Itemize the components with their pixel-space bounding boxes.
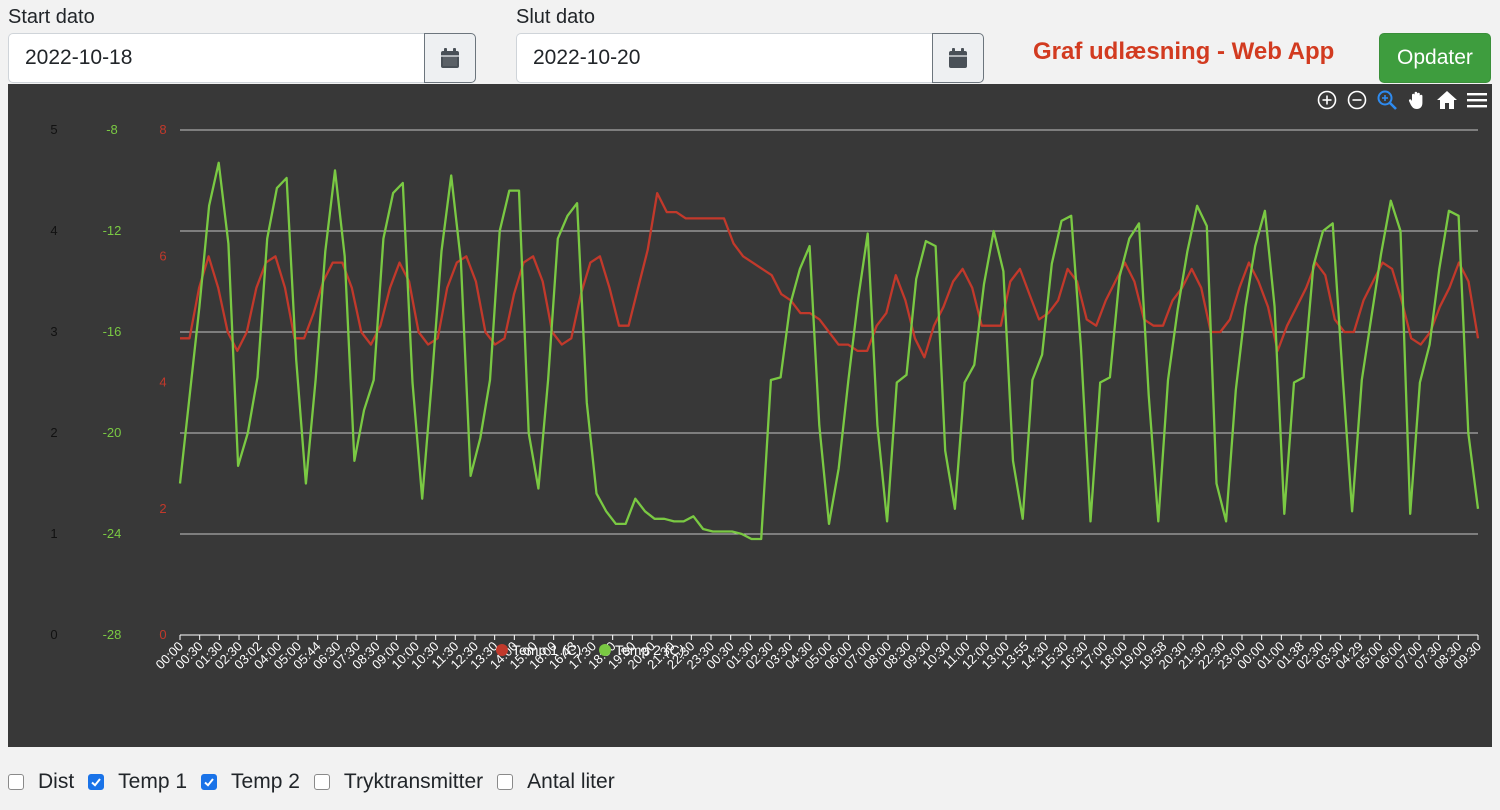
y-tick-label-dist: 1 — [50, 526, 57, 541]
legend-marker — [496, 644, 508, 656]
y-tick-label-temp2: -28 — [103, 627, 122, 642]
checkbox-dist[interactable] — [8, 774, 24, 790]
end-date-label: Slut dato — [516, 6, 595, 28]
start-date-group — [8, 33, 476, 83]
checkbox-label[interactable]: Temp 2 — [231, 770, 300, 794]
checkbox-label[interactable]: Tryktransmitter — [344, 770, 483, 794]
y-tick-label-temp2: -24 — [103, 526, 122, 541]
series-checkboxes: Dist Temp 1 Temp 2 Tryktransmitter Antal lit… — [8, 770, 629, 794]
chart-container: 5 4 3 2 1 0 -8 -12 -16 -20 -24 -28 8 6 4 2 0 00:00 00:30 01… — [8, 84, 1492, 747]
y-tick-label-dist: 3 — [50, 324, 57, 339]
y-tick-label-dist: 0 — [50, 627, 57, 642]
checkbox-label[interactable]: Dist — [38, 770, 74, 794]
y-tick-label-temp2: -20 — [103, 425, 122, 440]
checkmark-icon — [91, 778, 101, 787]
legend-label: Temp 1 (C) — [512, 642, 581, 658]
y-tick-label-temp2: -8 — [106, 122, 118, 137]
checkbox-antal-liter[interactable] — [497, 774, 514, 790]
y-tick-label-temp1: 8 — [159, 122, 166, 137]
calendar-icon — [949, 48, 967, 68]
series-line-temp2 — [178, 161, 1480, 541]
end-date-input[interactable] — [516, 33, 932, 83]
start-date-label: Start dato — [8, 6, 95, 28]
calendar-icon — [441, 48, 459, 68]
y-tick-label-temp2: -12 — [103, 223, 122, 238]
end-date-calendar-button[interactable] — [932, 33, 984, 83]
start-date-calendar-button[interactable] — [424, 33, 476, 83]
app-title: Graf udlæsning - Web App — [1033, 38, 1335, 65]
legend-label: Temp 2 (C) — [615, 642, 684, 658]
start-date-input[interactable] — [8, 33, 424, 83]
checkbox-temp-1[interactable] — [88, 774, 105, 790]
end-date-group — [516, 33, 984, 83]
legend-marker — [599, 644, 611, 656]
y-tick-label-dist: 5 — [50, 122, 57, 137]
y-tick-label-temp1: 4 — [159, 375, 166, 390]
line-chart: 543210-8-12-16-20-24-288642000:0000:3001… — [50, 122, 1484, 672]
update-button[interactable]: Opdater — [1379, 33, 1491, 83]
y-tick-label-dist: 2 — [50, 425, 57, 440]
series-line-temp1 — [180, 191, 1480, 359]
checkbox-label[interactable]: Temp 1 — [118, 770, 187, 794]
checkmark-icon — [204, 778, 214, 787]
checkbox-temp-2[interactable] — [201, 774, 218, 790]
y-tick-label-temp1: 2 — [159, 501, 166, 516]
y-tick-label-temp2: -16 — [103, 324, 122, 339]
y-tick-label-dist: 4 — [50, 223, 57, 238]
checkbox-tryktransmitter[interactable] — [313, 774, 330, 790]
checkbox-label[interactable]: Antal liter — [527, 770, 615, 794]
y-tick-label-temp1: 0 — [159, 627, 166, 642]
y-tick-label-temp1: 6 — [159, 248, 166, 263]
